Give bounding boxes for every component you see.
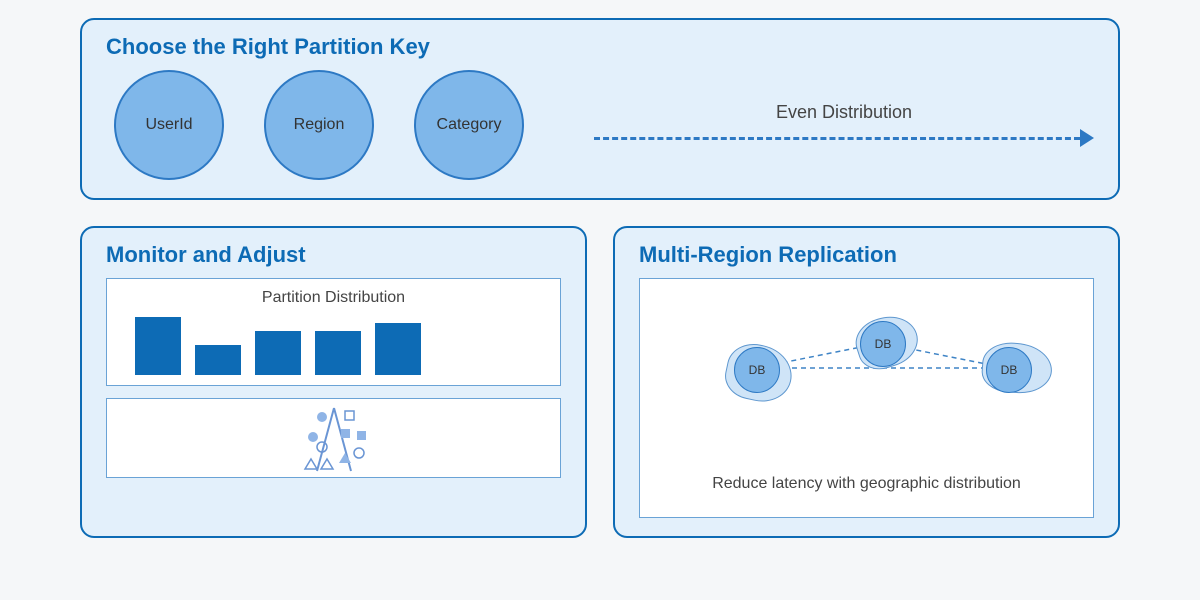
- db-node: DB: [986, 347, 1032, 393]
- partition-distribution-card: Partition Distribution: [106, 278, 561, 386]
- partition-key-title: Choose the Right Partition Key: [106, 34, 1094, 60]
- partition-distribution-title: Partition Distribution: [123, 289, 544, 307]
- key-circle-region: Region: [264, 70, 374, 180]
- partition-key-row: UserId Region Category Even Distribution: [106, 70, 1094, 180]
- partition-key-circles: UserId Region Category: [114, 70, 524, 180]
- replication-title: Multi-Region Replication: [639, 242, 1094, 268]
- monitor-panel: Monitor and Adjust Partition Distributio…: [80, 226, 587, 538]
- replication-panel: Multi-Region Replication DB DB DB Reduce…: [613, 226, 1120, 538]
- cluster-scatter-card: [106, 398, 561, 478]
- bottom-row: Monitor and Adjust Partition Distributio…: [80, 226, 1120, 538]
- replication-graph: DB DB DB: [656, 313, 1077, 423]
- bar-chart-icon: [135, 315, 544, 375]
- replication-caption: Reduce latency with geographic distribut…: [656, 475, 1077, 493]
- cluster-scatter-icon: [289, 403, 379, 473]
- key-circle-category: Category: [414, 70, 524, 180]
- replication-inner: DB DB DB Reduce latency with geographic …: [639, 278, 1094, 518]
- distribution-arrow-block: Even Distribution: [594, 102, 1094, 149]
- partition-key-panel: Choose the Right Partition Key UserId Re…: [80, 18, 1120, 200]
- db-node: DB: [734, 347, 780, 393]
- distribution-label: Even Distribution: [594, 102, 1094, 123]
- monitor-title: Monitor and Adjust: [106, 242, 561, 268]
- key-circle-userid: UserId: [114, 70, 224, 180]
- distribution-arrow-icon: [594, 129, 1094, 149]
- db-node: DB: [860, 321, 906, 367]
